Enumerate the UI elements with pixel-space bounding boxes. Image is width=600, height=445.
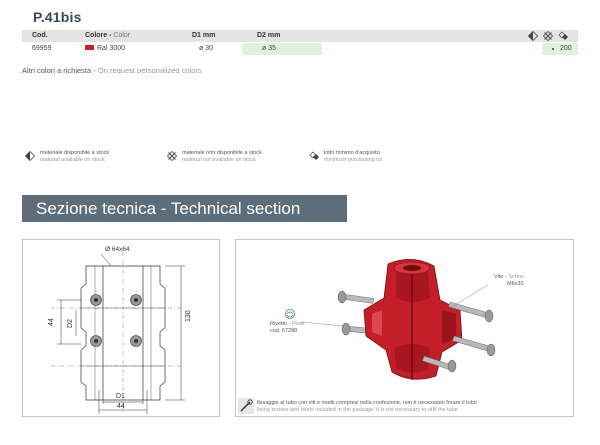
clamp-body [363, 259, 463, 380]
cell-d2: ø 35 [262, 45, 277, 52]
col-d1: D1 mm [192, 32, 216, 39]
cell-qty: 200 [560, 45, 572, 52]
dim-44-bottom: 44 [117, 403, 125, 410]
dim-44-left: 44 [48, 318, 55, 326]
colors-note: Altri colori a richiesta - On request pe… [22, 66, 202, 75]
wrench-icon [238, 398, 254, 414]
dim-d1: D1 [116, 393, 125, 400]
stock-unavailable-icon [167, 151, 177, 161]
section-title: Sezione tecnica - Technical section [36, 199, 301, 218]
screw-leader [449, 284, 489, 309]
col-cod: Cod. [32, 32, 48, 39]
dim-diameter: Ø 64x64 [105, 246, 130, 253]
legend-nostock: materiale non disponibile a stock materi… [167, 150, 262, 164]
stock-available-icon [25, 151, 35, 161]
color-swatch [85, 45, 94, 50]
cell-cod: 69959 [32, 45, 52, 52]
rivet-leader [299, 321, 345, 327]
legend-stock: materiale disponibile a stock material a… [25, 150, 109, 164]
cell-colore: Ral 3000 [85, 43, 125, 55]
table-header: Cod. Colore - Color D1 mm D2 mm [22, 30, 578, 42]
minimum-lot-icon [558, 31, 568, 40]
legend-minlot: lotto minimo d'acquisto minimum purchasi… [309, 150, 382, 164]
dim-d2: D2 [67, 319, 74, 328]
drawing-svg: Ø 64x64 44 D2 130 D1 44 [48, 246, 192, 414]
technical-drawing: Ø 64x64 44 D2 130 D1 44 [22, 239, 220, 417]
cell-d1: ø 30 [199, 45, 214, 52]
section-banner: Sezione tecnica - Technical section [22, 195, 347, 222]
screw-left-top [337, 290, 374, 304]
rivet-label: Rivetto - Rivet cod. 67288 [270, 321, 305, 334]
d2-highlight [242, 43, 322, 55]
fixing-caption: fissaggio al tubo con viti e rivetti com… [257, 400, 477, 413]
col-d2: D2 mm [257, 32, 281, 39]
stock-dot [552, 48, 554, 50]
product-title: P.41bis [33, 9, 82, 25]
stock-unavailable-icon [543, 31, 553, 41]
stock-available-icon [528, 31, 538, 41]
col-colore: Colore - Color [85, 32, 131, 39]
table-row: 69959 Ral 3000 ø 30 ø 35 200 [22, 43, 578, 55]
rivet-icon [285, 309, 295, 319]
minimum-lot-icon [309, 151, 319, 160]
screw-right-bottom [452, 335, 496, 357]
dim-130: 130 [185, 310, 192, 322]
screw-label: Vite - Screw M6x30 [494, 274, 524, 287]
product-photo: Vite - Screw M6x30 Rivetto - Rivet cod. … [235, 239, 574, 417]
